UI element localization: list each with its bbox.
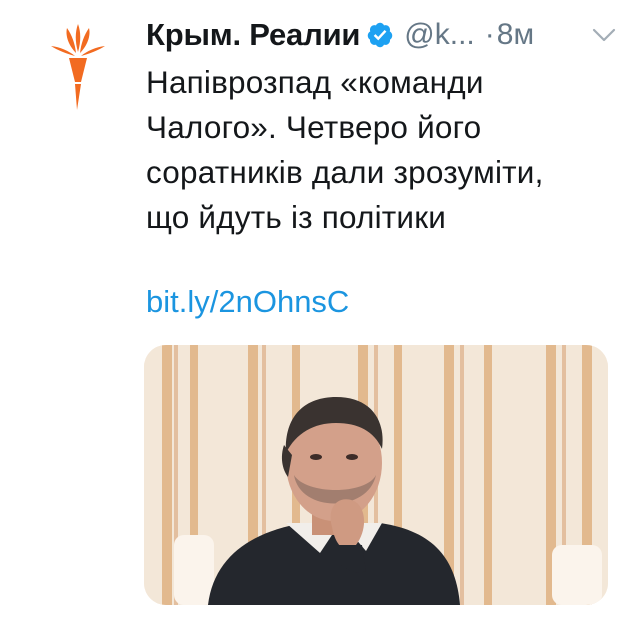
author-display-name[interactable]: Крым. Реалии (146, 17, 360, 53)
photo-portrait (144, 345, 608, 605)
tweet-header: Крым. Реалии @k... · 8м (146, 13, 616, 57)
rfe-rl-torch-logo-icon (51, 24, 105, 110)
tweet-card[interactable]: Крым. Реалии @k... · 8м Напіврозпад «ком… (0, 0, 637, 625)
tweet-link[interactable]: bit.ly/2nOhnsC (146, 282, 349, 322)
author-handle[interactable]: @k... (404, 18, 474, 52)
verified-badge-icon (366, 21, 394, 49)
tweet-text: Напіврозпад «команди Чалого». Четверо йо… (146, 64, 544, 235)
tweet-timestamp[interactable]: 8м (497, 18, 534, 52)
avatar[interactable] (45, 20, 111, 112)
chevron-down-icon[interactable] (592, 25, 616, 47)
tweet-media-photo[interactable] (144, 345, 608, 605)
header-separator: · (484, 18, 495, 51)
